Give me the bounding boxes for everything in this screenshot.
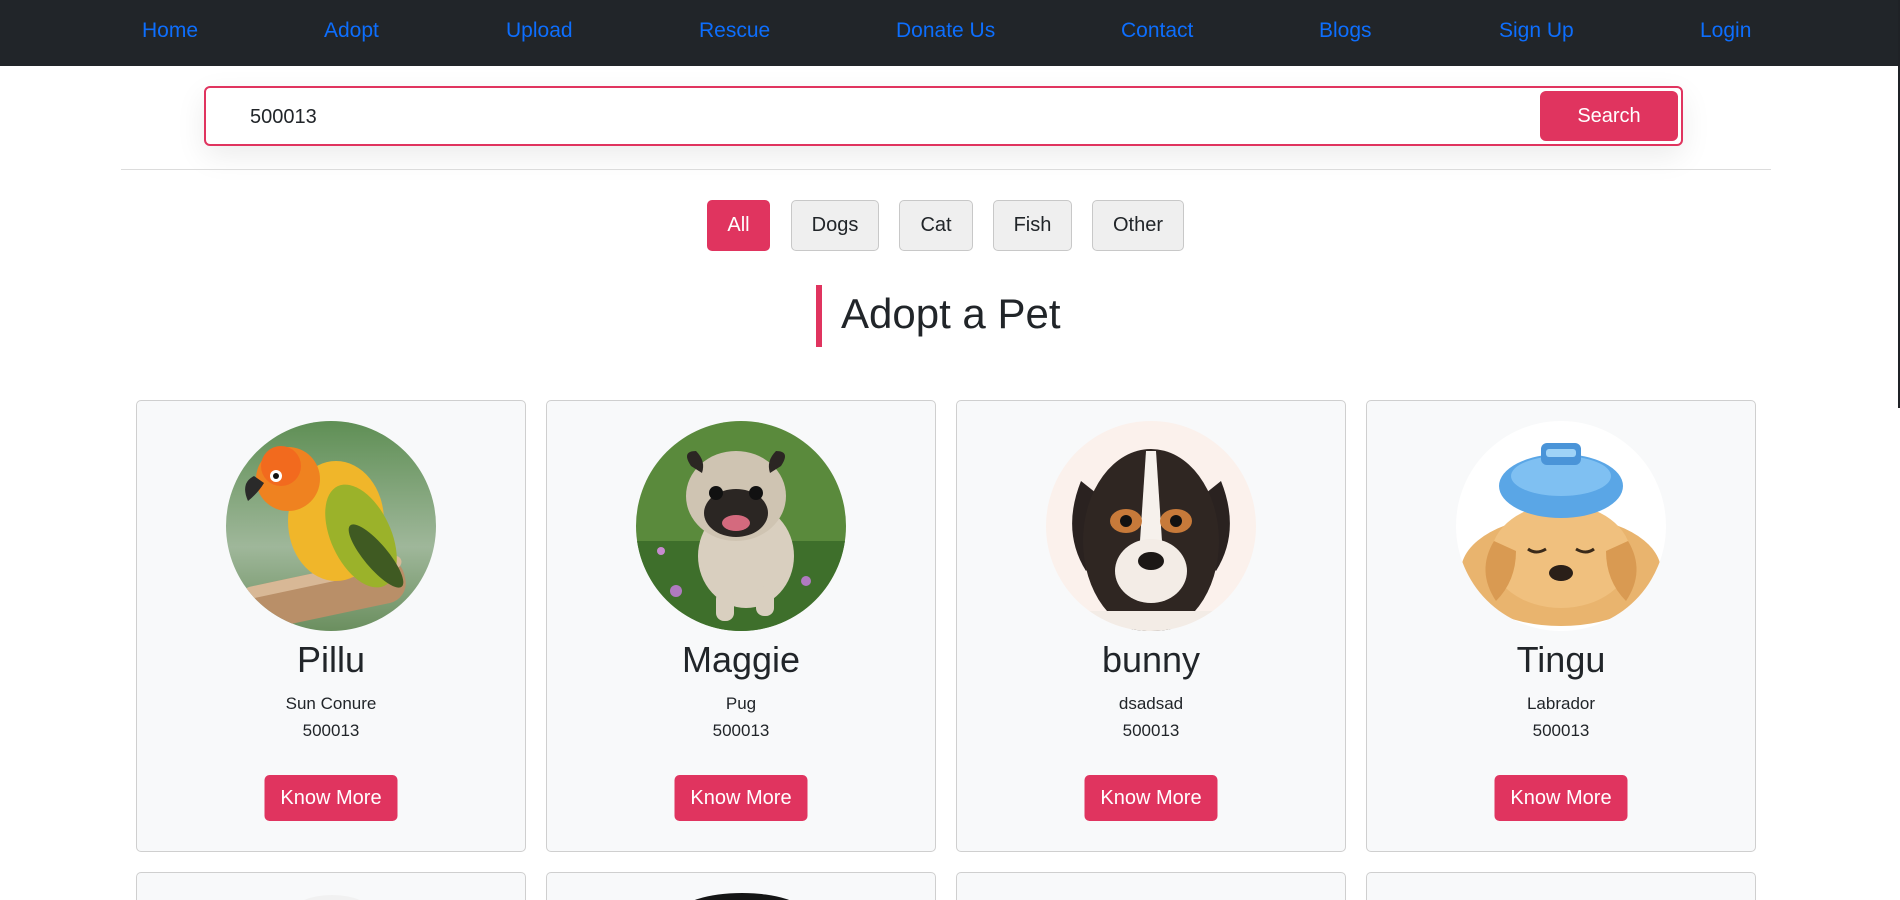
pet-card-partial xyxy=(1366,872,1756,900)
search-input[interactable] xyxy=(248,88,1532,146)
page-title: Adopt a Pet xyxy=(841,290,1061,337)
nav-contact-link[interactable]: Contact xyxy=(1121,19,1193,43)
pet-name: Tingu xyxy=(1516,639,1606,680)
pet-card: Maggie Pug 500013 Know More xyxy=(546,400,936,852)
know-more-button[interactable]: Know More xyxy=(1084,775,1218,821)
filter-all-button[interactable]: All xyxy=(707,200,770,251)
filter-other-button[interactable]: Other xyxy=(1092,200,1184,251)
filter-cat-button[interactable]: Cat xyxy=(899,200,973,251)
pet-photo-partial xyxy=(304,895,360,900)
pet-photo-partial xyxy=(957,873,1347,900)
pet-card: Tingu Labrador 500013 Know More xyxy=(1366,400,1756,852)
pet-breed: Pug xyxy=(725,694,757,713)
divider xyxy=(121,169,1771,170)
nav-signup-link[interactable]: Sign Up xyxy=(1499,19,1574,43)
pet-breed: dsadsad xyxy=(1118,694,1184,713)
parrot-photo xyxy=(226,421,436,631)
pet-name: Maggie xyxy=(681,639,801,680)
golden-puppy-photo xyxy=(1456,421,1666,631)
know-more-button[interactable]: Know More xyxy=(674,775,808,821)
heading-accent-bar xyxy=(816,285,822,347)
nav-blogs-link[interactable]: Blogs xyxy=(1319,19,1372,43)
pet-card: Pillu Sun Conure 500013 Know More xyxy=(136,400,526,852)
nav-adopt-link[interactable]: Adopt xyxy=(324,19,379,43)
pet-card-partial xyxy=(136,872,526,900)
pet-breed: Sun Conure xyxy=(285,694,377,713)
pet-name: bunny xyxy=(1101,639,1201,680)
pet-name: Pillu xyxy=(296,639,366,680)
pet-pincode: 500013 xyxy=(712,721,770,740)
nav-home-link[interactable]: Home xyxy=(142,19,198,43)
search-button[interactable]: Search xyxy=(1540,91,1678,141)
puppy-photo xyxy=(1046,421,1256,631)
pet-card-partial xyxy=(546,872,936,900)
pet-card: bunny dsadsad 500013 Know More xyxy=(956,400,1346,852)
page: Home Adopt Upload Rescue Donate Us Conta… xyxy=(0,0,1900,900)
know-more-button[interactable]: Know More xyxy=(1494,775,1628,821)
know-more-button[interactable]: Know More xyxy=(264,775,398,821)
nav-upload-link[interactable]: Upload xyxy=(506,19,573,43)
pet-photo-partial xyxy=(694,893,790,900)
pet-card-partial xyxy=(956,872,1346,900)
pet-pincode: 500013 xyxy=(1122,721,1180,740)
pug-photo xyxy=(636,421,846,631)
pet-pincode: 500013 xyxy=(1532,721,1590,740)
nav-rescue-link[interactable]: Rescue xyxy=(699,19,770,43)
nav-donate-link[interactable]: Donate Us xyxy=(896,19,995,43)
filter-dogs-button[interactable]: Dogs xyxy=(791,200,879,251)
pet-pincode: 500013 xyxy=(302,721,360,740)
pet-breed: Labrador xyxy=(1526,694,1596,713)
filter-fish-button[interactable]: Fish xyxy=(993,200,1072,251)
nav-login-link[interactable]: Login xyxy=(1700,19,1751,43)
search-bar: Search xyxy=(204,86,1683,146)
top-navbar: Home Adopt Upload Rescue Donate Us Conta… xyxy=(0,0,1900,66)
